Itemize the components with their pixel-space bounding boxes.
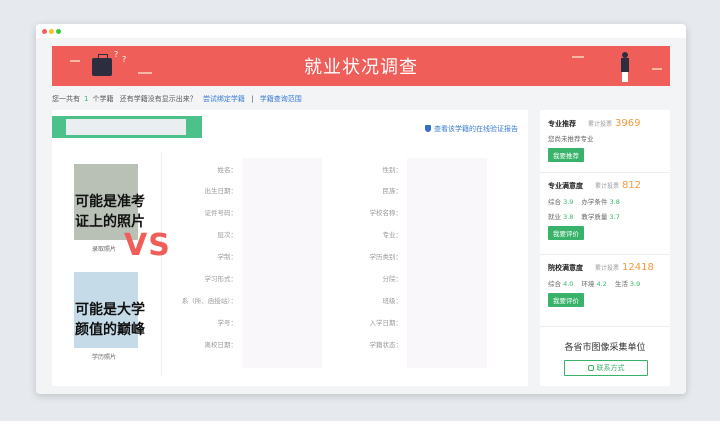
info-question: 还有学籍没有显示出来？ [119,95,197,103]
bind-record-link[interactable]: 尝试绑定学籍 [203,94,245,104]
page-title: 就业状况调查 [304,57,418,78]
section-divider [540,254,670,255]
record-count: 1 [84,95,89,103]
rating-label: 综合 [548,280,561,288]
blurred-school-name [66,119,186,135]
info-suffix: 个学籍 [92,95,114,103]
admission-photo-caption: 录取照片 [92,246,117,253]
sidebar: 专业推荐 累计投票 3969 您尚未推荐专业 我要推荐 专业满意度 累计投票 812 综… [540,110,670,386]
rating-value: 3.8 [563,213,574,221]
field-label: 离校日期： [204,341,238,349]
major-satisfaction-title: 专业满意度 [548,182,583,190]
vote-total-label: 累计投票 [595,183,620,190]
vote-total-label: 累计投票 [588,121,613,128]
info-separator: | [251,95,254,103]
contact-button[interactable]: 联系方式 [564,360,648,376]
page-content: ? ? 就业状况调查 您一共有 1 个学籍 还有学籍没有显示出来？ 尝试绑定学籍 |… [36,38,686,394]
rating-label: 办学条件 [581,198,608,206]
school-satisfaction-section: 院校满意度 累计投票 12418 综合 4.0 环境 4.2 生活 3.9 我要评价 [548,262,662,307]
field-label: 性别： [382,166,403,174]
vote-total: 812 [622,180,642,191]
record-panel: 查看该学籍的在线验证报告 录取照片 学历照片 姓名： 出生日期： 证件号码： 层次：学… [52,110,528,386]
field-label: 学习形式： [204,275,238,283]
record-header [52,116,202,138]
field-label: 入学日期： [369,319,403,327]
rating-label: 教学质量 [581,213,608,221]
verify-report-link[interactable]: 查看该学籍的在线验证报告 [425,124,518,134]
field-label: 系（所、函授站）： [181,297,237,305]
overlay-caption-bottom: 可能是大学 颜值的巅峰 [75,302,145,338]
rating-value: 3.8 [609,198,620,206]
phone-icon [587,365,594,371]
field-label: 学号： [217,319,238,327]
recommend-button[interactable]: 我要推荐 [548,148,584,162]
field-label: 出生日期： [204,187,238,195]
rating-value: 4.0 [563,280,574,288]
major-satisfaction-section: 专业满意度 累计投票 812 综合 3.9 办学条件 3.8 就业 3.8 教学质量 3… [548,180,662,240]
photo-unit-title: 各省市图像采集单位 [564,343,646,353]
close-dot[interactable] [42,29,47,34]
rating-value: 3.7 [609,213,620,221]
rate-school-button[interactable]: 我要评价 [548,293,584,307]
field-label: 民族： [382,187,403,195]
rating-value: 4.2 [596,280,607,288]
graduation-photo-caption: 学历照片 [92,354,117,361]
rating-label: 就业 [548,213,561,221]
overlay-caption-top: 可能是准考 证上的照片 [75,194,145,230]
field-label: 班级： [382,297,403,305]
vs-text: VS [124,228,171,263]
minimize-dot[interactable] [49,29,54,34]
maximize-dot[interactable] [56,29,61,34]
title-bar [36,24,686,38]
blurred-values-right [407,158,487,368]
rating-value: 3.9 [629,280,641,288]
vote-total: 3969 [615,118,641,129]
field-label: 分院： [382,275,403,283]
info-bar: 您一共有 1 个学籍 还有学籍没有显示出来？ 尝试绑定学籍 | 学籍查询范围 [52,94,306,104]
rate-major-button[interactable]: 我要评价 [548,226,584,240]
field-label: 学校名称： [369,209,403,217]
field-label: 证件号码： [204,209,238,217]
shield-icon [425,125,431,132]
record-scope-link[interactable]: 学籍查询范围 [260,94,302,104]
vote-total: 12418 [622,262,654,273]
major-recommend-title: 专业推荐 [548,120,576,128]
rating-label: 环境 [581,280,595,288]
info-prefix: 您一共有 [52,95,80,103]
survey-banner: ? ? 就业状况调查 [52,46,670,86]
field-label: 姓名： [217,166,238,174]
contact-label: 联系方式 [596,364,625,372]
rating-label: 综合 [548,198,561,206]
browser-window: ? ? 就业状况调查 您一共有 1 个学籍 还有学籍没有显示出来？ 尝试绑定学籍 |… [36,24,686,394]
school-satisfaction-title: 院校满意度 [548,264,583,272]
graduate-figure-icon [618,52,632,82]
section-divider [540,326,670,327]
field-label: 学籍状态： [369,341,403,349]
field-label: 专业： [382,231,403,239]
rating-value: 3.9 [563,198,574,206]
recommend-note: 您尚未推荐专业 [548,135,594,143]
vote-total-label: 累计投票 [595,265,620,272]
blurred-values-left [242,158,322,368]
major-recommend-section: 专业推荐 累计投票 3969 您尚未推荐专业 我要推荐 [548,118,662,162]
rating-label: 生活 [614,280,628,288]
field-label: 学历类别： [369,253,403,261]
section-divider [540,172,670,173]
verify-report-label: 查看该学籍的在线验证报告 [434,125,518,133]
